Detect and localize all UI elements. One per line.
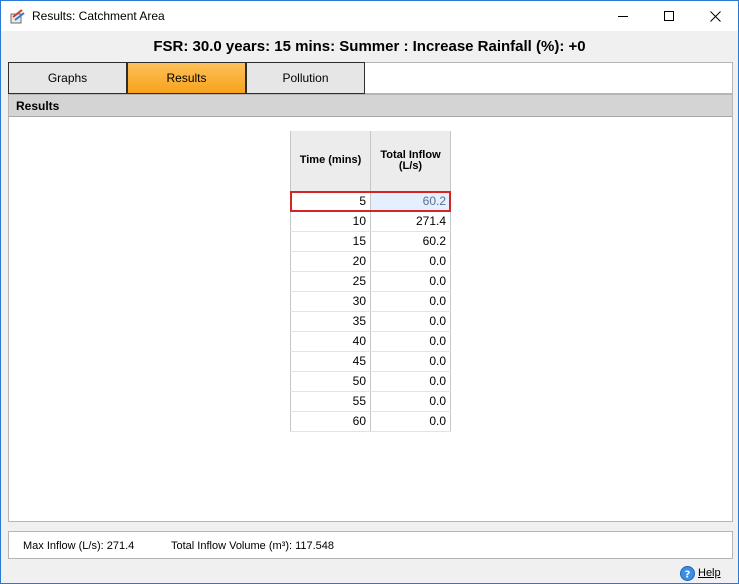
total-inflow-cell[interactable]: 271.4 xyxy=(370,210,451,232)
table-row[interactable]: 45 0.0 xyxy=(290,350,451,372)
table-row[interactable]: 40 0.0 xyxy=(290,330,451,352)
results-headline: FSR: 30.0 years: 15 mins: Summer : Incre… xyxy=(153,38,586,55)
tab-graphs[interactable]: Graphs xyxy=(8,62,127,94)
table-row[interactable]: 50 0.0 xyxy=(290,370,451,392)
time-cell[interactable]: 30 xyxy=(290,290,371,312)
app-icon xyxy=(10,8,26,24)
minimize-button[interactable] xyxy=(600,1,646,31)
time-cell[interactable]: 25 xyxy=(290,270,371,292)
total-inflow-cell[interactable]: 0.0 xyxy=(370,370,451,392)
total-inflow-cell[interactable]: 0.0 xyxy=(370,350,451,372)
time-cell[interactable]: 10 xyxy=(290,210,371,232)
svg-text:?: ? xyxy=(685,569,691,580)
results-window: Results: Catchment Area FSR: 30.0 years:… xyxy=(0,0,739,584)
time-cell[interactable]: 45 xyxy=(290,350,371,372)
time-cell[interactable]: 15 xyxy=(290,230,371,252)
panel-title: Results xyxy=(9,95,732,117)
time-cell[interactable]: 5 xyxy=(290,190,371,212)
results-panel: Results Time (mins) Total Inflow (L/s) 5… xyxy=(8,94,733,522)
close-button[interactable] xyxy=(692,1,738,31)
tab-results[interactable]: Results xyxy=(127,62,246,94)
tab-pollution[interactable]: Pollution xyxy=(246,62,365,94)
results-table: Time (mins) Total Inflow (L/s) 5 60.2 10 27… xyxy=(290,131,451,432)
close-icon xyxy=(709,10,721,22)
table-header-row: Time (mins) Total Inflow (L/s) xyxy=(290,131,451,191)
help-label: Help xyxy=(698,567,721,579)
time-cell[interactable]: 20 xyxy=(290,250,371,272)
column-header-total-inflow-label: Total Inflow (L/s) xyxy=(380,148,441,172)
total-inflow-cell[interactable]: 60.2 xyxy=(370,190,451,212)
total-inflow-cell[interactable]: 0.0 xyxy=(370,310,451,332)
column-header-time[interactable]: Time (mins) xyxy=(290,131,371,191)
table-row[interactable]: 55 0.0 xyxy=(290,390,451,412)
total-inflow-cell[interactable]: 0.0 xyxy=(370,390,451,412)
help-icon: ? xyxy=(680,565,695,581)
column-header-total-inflow[interactable]: Total Inflow (L/s) xyxy=(370,131,451,191)
time-cell[interactable]: 40 xyxy=(290,330,371,352)
time-cell[interactable]: 60 xyxy=(290,410,371,432)
title-bar: Results: Catchment Area xyxy=(1,1,738,31)
table-row[interactable]: 35 0.0 xyxy=(290,310,451,332)
total-inflow-cell[interactable]: 0.0 xyxy=(370,410,451,432)
table-row[interactable]: 10 271.4 xyxy=(290,210,451,232)
minimize-icon xyxy=(618,16,628,17)
table-row[interactable]: 60 0.0 xyxy=(290,410,451,432)
table-row[interactable]: 5 60.2 xyxy=(290,190,451,212)
total-inflow-volume-label: Total Inflow Volume (m³): 117.548 xyxy=(171,540,335,552)
status-bar: Max Inflow (L/s): 271.4 Total Inflow Vol… xyxy=(8,531,733,559)
tab-strip: Graphs Results Pollution xyxy=(8,62,733,94)
total-inflow-cell[interactable]: 60.2 xyxy=(370,230,451,252)
table-row[interactable]: 15 60.2 xyxy=(290,230,451,252)
total-inflow-cell[interactable]: 0.0 xyxy=(370,330,451,352)
table-row[interactable]: 30 0.0 xyxy=(290,290,451,312)
total-inflow-cell[interactable]: 0.0 xyxy=(370,290,451,312)
total-inflow-cell[interactable]: 0.0 xyxy=(370,250,451,272)
help-link[interactable]: ? Help xyxy=(680,565,721,581)
table-row[interactable]: 20 0.0 xyxy=(290,250,451,272)
maximize-icon xyxy=(664,11,674,21)
total-inflow-cell[interactable]: 0.0 xyxy=(370,270,451,292)
max-inflow-label: Max Inflow (L/s): 271.4 xyxy=(23,540,135,552)
window-title: Results: Catchment Area xyxy=(32,9,165,23)
table-row[interactable]: 25 0.0 xyxy=(290,270,451,292)
time-cell[interactable]: 35 xyxy=(290,310,371,332)
time-cell[interactable]: 55 xyxy=(290,390,371,412)
maximize-button[interactable] xyxy=(646,1,692,31)
time-cell[interactable]: 50 xyxy=(290,370,371,392)
